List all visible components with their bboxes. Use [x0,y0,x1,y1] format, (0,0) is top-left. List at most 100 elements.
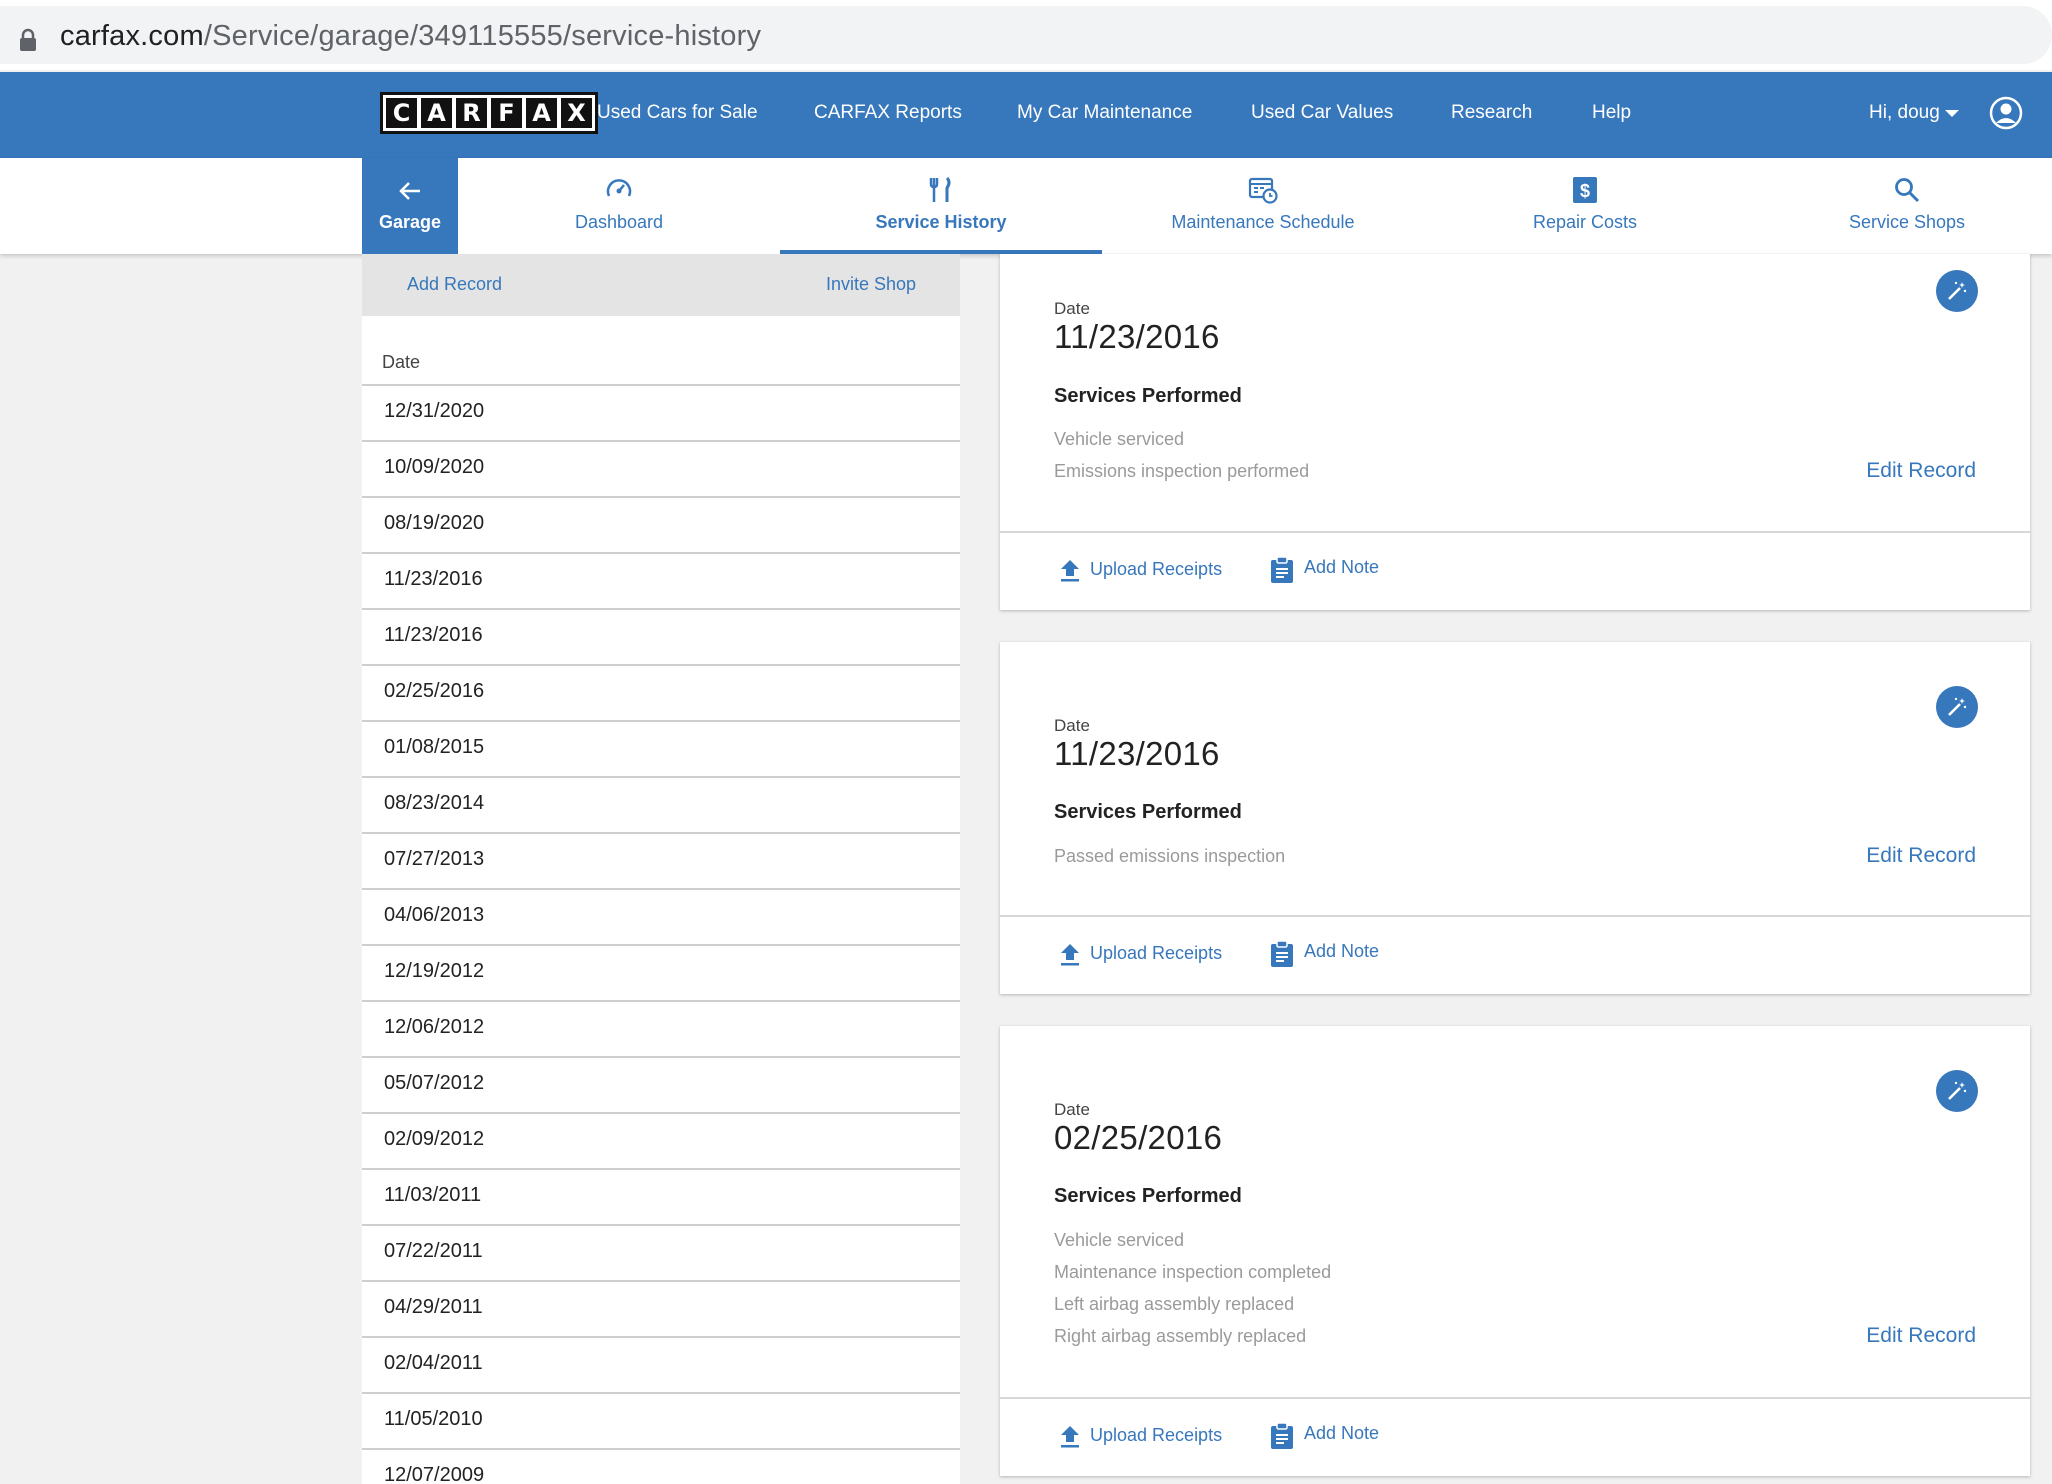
card-footer: Upload Receipts Add Note [1000,533,2030,609]
nav-used-car-values[interactable]: Used Car Values [1251,102,1393,124]
invite-shop-button[interactable]: Invite Shop [826,274,916,295]
svg-text:$: $ [1580,181,1590,201]
list-item[interactable]: 07/22/2011 [362,1224,960,1280]
date-label: Date [1054,716,1090,735]
record-date: 11/23/2016 [1054,735,1220,772]
list-item[interactable]: 08/19/2020 [362,496,960,552]
nav-help[interactable]: Help [1592,102,1631,124]
tab-label: Repair Costs [1532,212,1638,232]
service-item: Emissions inspection performed [1054,461,1310,481]
list-item[interactable]: 08/23/2014 [362,776,960,832]
record-date-text: 02/25/2016 [384,680,485,702]
edit-record-fab[interactable] [1936,1070,1978,1112]
chevron-down-icon[interactable] [1945,110,1959,117]
card-footer: Upload Receipts Add Note [1000,1399,2030,1475]
list-item[interactable]: 02/04/2011 [362,1336,960,1392]
url-path: /Service/garage/349115555/service-histor… [203,20,762,52]
edit-record-link[interactable]: Edit Record [1866,844,1976,868]
user-menu[interactable]: Hi, doug [1869,102,1940,124]
record-date: 02/25/2016 [1054,1119,1223,1156]
nav-my-car-maintenance[interactable]: My Car Maintenance [1017,102,1192,124]
record-date-text: 08/23/2014 [384,792,485,814]
service-item: Right airbag assembly replaced [1054,1326,1307,1346]
speedometer-icon [606,179,632,197]
clipboard-icon [1271,940,1293,967]
clipboard-icon [1271,556,1293,583]
dollar-icon: $ [1573,177,1597,203]
list-item[interactable]: 05/07/2012 [362,1056,960,1112]
edit-record-fab[interactable] [1936,686,1978,728]
url-field[interactable]: carfax.com/Service/garage/349115555/serv… [0,6,2052,64]
date-rows: 12/31/2020 10/09/2020 08/19/2020 11/23/2016… [362,384,960,1484]
carfax-logo[interactable]: C A R F A X [380,92,598,134]
list-item[interactable]: 11/23/2016 [362,608,960,664]
list-item[interactable]: 04/29/2011 [362,1280,960,1336]
record-date-text: 11/05/2010 [384,1408,483,1430]
record-date-text: 01/08/2015 [384,736,485,758]
logo-letter: F [489,96,524,130]
date-column-header: Date [382,352,421,372]
list-actions: Add Record Invite Shop [362,254,960,316]
list-item[interactable]: 12/07/2009 [362,1448,960,1484]
list-item[interactable]: 02/09/2012 [362,1112,960,1168]
tab-maintenance-schedule[interactable]: Maintenance Schedule [1102,158,1424,254]
record-date-list: Add Record Invite Shop Date 12/31/2020 10… [362,254,960,1484]
date-label: Date [1054,1100,1090,1119]
list-item[interactable]: 11/03/2011 [362,1168,960,1224]
list-item[interactable]: 07/27/2013 [362,832,960,888]
logo-letter: C [384,96,419,130]
tab-label: Maintenance Schedule [1171,212,1355,232]
services-performed-heading: Services Performed [1054,1185,1242,1207]
logo-letter: A [524,96,559,130]
service-item: Vehicle serviced [1054,1230,1185,1250]
record-date-text: 12/31/2020 [384,400,485,422]
list-item[interactable]: 12/31/2020 [362,384,960,440]
wrench-fork-icon [929,176,951,202]
service-item: Maintenance inspection completed [1054,1262,1332,1282]
list-item[interactable]: 11/23/2016 [362,552,960,608]
list-item[interactable]: 01/08/2015 [362,720,960,776]
nav-carfax-reports[interactable]: CARFAX Reports [814,102,962,124]
garage-label: Garage [378,212,442,232]
date-label: Date [1054,299,1090,318]
add-record-button[interactable]: Add Record [407,274,502,295]
nav-research[interactable]: Research [1451,102,1532,124]
section-tab-bar: Garage Dashboard Service History Mainten… [0,158,2052,254]
lock-icon [20,28,36,51]
record-date-text: 11/23/2016 [384,624,483,646]
add-note-label: Add Note [1304,557,1380,577]
service-record-card: Date 11/23/2016 Services Performed Passe… [1000,642,2030,994]
magic-wand-icon [1948,1081,1967,1100]
url-domain: carfax.com [60,20,204,52]
nav-used-cars-for-sale[interactable]: Used Cars for Sale [597,102,758,124]
service-item: Left airbag assembly replaced [1054,1294,1295,1314]
add-note-label: Add Note [1304,941,1380,961]
magic-wand-icon [1948,697,1967,716]
list-item[interactable]: 02/25/2016 [362,664,960,720]
list-item[interactable]: 12/06/2012 [362,1000,960,1056]
add-note-label: Add Note [1304,1423,1380,1443]
list-item[interactable]: 11/05/2010 [362,1392,960,1448]
logo-letter: X [559,96,594,130]
service-record-card: Date 11/23/2016 Services Performed Vehic… [1000,254,2030,610]
record-date-text: 12/07/2009 [384,1464,485,1484]
account-circle-icon[interactable] [1989,96,2023,130]
edit-record-fab[interactable] [1936,270,1978,312]
list-item[interactable]: 04/06/2013 [362,888,960,944]
tab-service-shops[interactable]: Service Shops [1746,158,2052,254]
record-date-text: 08/19/2020 [384,512,485,534]
search-icon [1895,178,1920,203]
garage-back-button[interactable]: Garage [362,158,458,254]
url-text: carfax.com/Service/garage/349115555/serv… [60,20,761,53]
record-date-text: 07/22/2011 [384,1240,483,1262]
list-item[interactable]: 10/09/2020 [362,440,960,496]
tab-repair-costs[interactable]: $ Repair Costs [1424,158,1746,254]
edit-record-link[interactable]: Edit Record [1866,459,1976,483]
tab-service-history[interactable]: Service History [780,158,1102,254]
edit-record-link[interactable]: Edit Record [1866,1324,1976,1348]
record-date-text: 10/09/2020 [384,456,485,478]
tab-dashboard[interactable]: Dashboard [458,158,780,254]
tab-label: Service Shops [1848,212,1966,232]
list-item[interactable]: 12/19/2012 [362,944,960,1000]
service-item: Vehicle serviced [1054,429,1185,449]
